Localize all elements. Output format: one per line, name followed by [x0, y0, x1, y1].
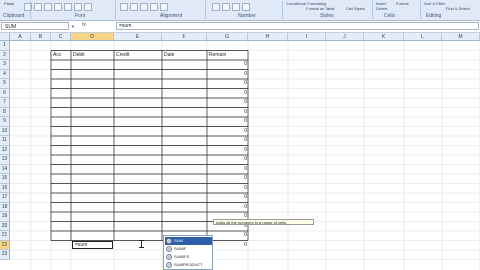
remain-value-cell[interactable]: 0: [207, 60, 248, 69]
function-icon: f: [166, 254, 172, 260]
remain-value-cell[interactable]: 0: [207, 193, 248, 202]
remain-value-cell[interactable]: 0: [207, 231, 248, 240]
row-header-3[interactable]: 3: [0, 60, 10, 70]
row-header-19[interactable]: 19: [0, 212, 10, 222]
table-header-cell[interactable]: Acc: [51, 51, 71, 60]
row-header-4[interactable]: 4: [0, 69, 10, 79]
remain-value-cell[interactable]: 0: [207, 203, 248, 212]
row-header-15[interactable]: 15: [0, 174, 10, 184]
remain-value-cell[interactable]: 0: [207, 174, 248, 183]
row-header-5[interactable]: 5: [0, 79, 10, 89]
function-icon: f: [166, 246, 172, 252]
row-header-14[interactable]: 14: [0, 164, 10, 174]
remain-value-cell[interactable]: 0: [207, 184, 248, 193]
table-header-cell[interactable]: Date: [162, 51, 207, 60]
text-cursor-icon: [139, 240, 144, 248]
remain-value-cell[interactable]: 0: [207, 108, 248, 117]
autocomplete-item[interactable]: f SUMIFS: [165, 253, 212, 261]
function-icon: f: [166, 238, 172, 244]
table-header-cell[interactable]: Remain: [207, 51, 248, 60]
remain-value-cell[interactable]: 0: [207, 136, 248, 145]
table-header-cell[interactable]: Debit: [71, 51, 114, 60]
row-header-21[interactable]: 21: [0, 231, 10, 241]
row-header-20[interactable]: 20: [0, 221, 10, 231]
table-header-cell[interactable]: Credit: [114, 51, 162, 60]
remain-value-cell[interactable]: 0: [207, 98, 248, 107]
row-header-8[interactable]: 8: [0, 107, 10, 117]
remain-value-cell[interactable]: 0: [207, 79, 248, 88]
row-header-12[interactable]: 12: [0, 145, 10, 155]
row-header-18[interactable]: 18: [0, 202, 10, 212]
row-header-9[interactable]: 9: [0, 117, 10, 127]
function-tooltip: Adds all the numbers in a range of cells: [213, 219, 314, 225]
remain-value-cell[interactable]: 0: [207, 155, 248, 164]
remain-value-cell[interactable]: 0: [207, 165, 248, 174]
autocomplete-item[interactable]: f SUMIF: [165, 245, 212, 253]
row-header-6[interactable]: 6: [0, 88, 10, 98]
function-autocomplete[interactable]: f SUM f SUMIF f SUMIFS f SUMPRODUCT: [163, 235, 213, 270]
remain-value-cell[interactable]: 0: [207, 89, 248, 98]
autocomplete-label: SUM: [174, 238, 183, 243]
autocomplete-label: SUMIF: [174, 246, 187, 251]
remain-value-cell[interactable]: 0: [207, 117, 248, 126]
row-header-1[interactable]: 1: [0, 41, 10, 51]
row-header-16[interactable]: 16: [0, 183, 10, 193]
active-cell-input[interactable]: =sum: [72, 240, 113, 249]
remain-value-cell[interactable]: 0: [207, 241, 248, 250]
autocomplete-item[interactable]: f SUM: [165, 237, 212, 245]
autocomplete-label: SUMIFS: [174, 254, 190, 259]
remain-value-cell[interactable]: 0: [207, 127, 248, 136]
row-header-13[interactable]: 13: [0, 155, 10, 165]
row-header-17[interactable]: 17: [0, 193, 10, 203]
autocomplete-item[interactable]: f SUMPRODUCT: [165, 261, 212, 269]
row-header-22[interactable]: 22: [0, 240, 10, 250]
remain-value-cell[interactable]: 0: [207, 70, 248, 79]
autocomplete-label: SUMPRODUCT: [174, 262, 203, 267]
remain-value-cell[interactable]: 0: [207, 146, 248, 155]
row-header-10[interactable]: 10: [0, 126, 10, 136]
row-header-11[interactable]: 11: [0, 136, 10, 146]
function-icon: f: [166, 262, 172, 268]
row-header-23[interactable]: 23: [0, 250, 10, 260]
row-header-7[interactable]: 7: [0, 98, 10, 108]
row-header-2[interactable]: 2: [0, 50, 10, 60]
